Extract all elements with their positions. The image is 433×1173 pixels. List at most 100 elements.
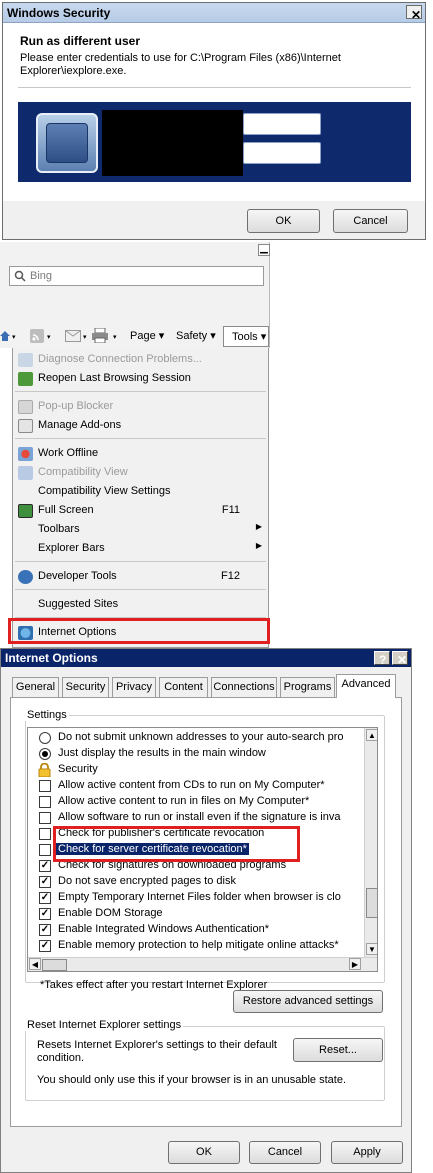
- checkbox[interactable]: ✓: [39, 940, 51, 952]
- security-cancel-button[interactable]: Cancel: [333, 209, 408, 233]
- search-box[interactable]: Bing: [9, 266, 264, 286]
- menu-separator: [15, 391, 266, 392]
- checkbox[interactable]: [39, 844, 51, 856]
- list-item[interactable]: ✓ Enable DOM Storage: [28, 906, 364, 922]
- feeds-icon[interactable]: [30, 329, 44, 343]
- page-menu-button[interactable]: Page ▾: [130, 329, 164, 342]
- scroll-up-icon[interactable]: ▲: [366, 729, 377, 741]
- security-title: Windows Security: [7, 6, 111, 20]
- menu-item-manage-addons[interactable]: Manage Add-ons: [13, 416, 268, 435]
- list-item[interactable]: Allow software to run or install even if…: [28, 810, 364, 826]
- list-item[interactable]: Allow active content to run in files on …: [28, 794, 364, 810]
- menu-item-work-offline[interactable]: Work Offline: [13, 444, 268, 463]
- safety-menu-button[interactable]: Safety ▾: [176, 329, 216, 342]
- checkbox[interactable]: [39, 780, 51, 792]
- menu-item-compatibility-view[interactable]: Compatibility View: [13, 463, 268, 482]
- manage-addons-icon: [18, 419, 33, 433]
- tab-general[interactable]: General: [12, 677, 59, 697]
- menu-item-developer-tools[interactable]: Developer Tools F12: [13, 567, 268, 586]
- horizontal-scroll-thumb[interactable]: [42, 959, 67, 971]
- print-icon[interactable]: [92, 328, 108, 343]
- menu-item-suggested-sites[interactable]: Suggested Sites: [13, 595, 268, 614]
- security-ok-button[interactable]: OK: [247, 209, 320, 233]
- menu-item-toolbars[interactable]: Toolbars ▶: [13, 520, 268, 539]
- tools-menu-button[interactable]: Tools ▾: [223, 326, 269, 347]
- checkbox[interactable]: ✓: [39, 924, 51, 936]
- menu-item-full-screen[interactable]: Full Screen F11: [13, 501, 268, 520]
- list-item[interactable]: ✓ Enable Integrated Windows Authenticati…: [28, 922, 364, 938]
- list-item[interactable]: ✓ Do not save encrypted pages to disk: [28, 874, 364, 890]
- command-bar: ▾ ▾ ▾ ▾ Page ▾ Safety ▾ Tools ▾: [0, 324, 270, 348]
- list-item[interactable]: ✓ Enable memory protection to help mitig…: [28, 938, 364, 954]
- checkbox[interactable]: [39, 828, 51, 840]
- menu-separator: [15, 561, 266, 562]
- reset-warning: You should only use this if your browser…: [37, 1074, 346, 1086]
- options-apply-button[interactable]: Apply: [331, 1141, 403, 1164]
- minimize-icon[interactable]: ▁: [258, 244, 270, 256]
- mail-icon[interactable]: [65, 330, 81, 342]
- menu-separator: [15, 438, 266, 439]
- print-dropdown-arrow[interactable]: ▾: [113, 333, 117, 341]
- options-cancel-button[interactable]: Cancel: [249, 1141, 321, 1164]
- tab-content[interactable]: Content: [159, 677, 208, 697]
- menu-item-reopen-session[interactable]: Reopen Last Browsing Session: [13, 369, 268, 388]
- password-field[interactable]: [243, 142, 321, 164]
- scroll-down-icon[interactable]: ▼: [366, 943, 377, 955]
- vertical-scrollbar[interactable]: ▲ ▼: [364, 728, 377, 957]
- tab-programs[interactable]: Programs: [280, 677, 335, 697]
- close-icon: ✕: [411, 8, 422, 22]
- list-item[interactable]: Do not submit unknown addresses to your …: [28, 730, 364, 746]
- list-item[interactable]: Allow active content from CDs to run on …: [28, 778, 364, 794]
- search-icon: [14, 270, 26, 282]
- options-title-bar: Internet Options ? ✕: [1, 649, 411, 667]
- windows-security-dialog: Windows Security ✕ Run as different user…: [2, 2, 426, 240]
- menu-item-compatibility-settings[interactable]: Compatibility View Settings: [13, 482, 268, 501]
- username-field[interactable]: [243, 113, 321, 135]
- checkbox[interactable]: ✓: [39, 860, 51, 872]
- work-offline-icon: [18, 447, 33, 461]
- restore-advanced-settings-button[interactable]: Restore advanced settings: [233, 990, 383, 1013]
- reset-button[interactable]: Reset...: [293, 1038, 383, 1062]
- menu-item-popup-blocker[interactable]: Pop-up Blocker: [13, 397, 268, 416]
- lock-icon: [38, 763, 51, 777]
- reset-description-line2: condition.: [37, 1052, 85, 1064]
- help-button[interactable]: ?: [374, 651, 390, 667]
- home-icon[interactable]: [0, 330, 10, 342]
- list-item[interactable]: Just display the results in the main win…: [28, 746, 364, 762]
- security-message-line2: Explorer\iexplore.exe.: [20, 65, 127, 77]
- horizontal-scrollbar[interactable]: ◀ ▶: [28, 957, 377, 971]
- checkbox[interactable]: ✓: [39, 908, 51, 920]
- checkbox[interactable]: [39, 796, 51, 808]
- options-close-button[interactable]: ✕: [392, 651, 408, 666]
- restart-note: *Takes effect after you restart Internet…: [40, 979, 268, 991]
- security-heading: Run as different user: [20, 34, 141, 48]
- shortcut-label: F12: [221, 570, 240, 582]
- checkbox[interactable]: ✓: [39, 892, 51, 904]
- tab-advanced[interactable]: Advanced: [336, 674, 396, 698]
- radio-button[interactable]: [39, 732, 51, 744]
- menu-item-explorer-bars[interactable]: Explorer Bars ▶: [13, 539, 268, 558]
- home-dropdown-arrow[interactable]: ▾: [12, 333, 16, 341]
- credential-tile-band: [18, 102, 411, 182]
- diagnose-icon: [18, 353, 33, 367]
- tab-connections[interactable]: Connections: [211, 677, 277, 697]
- internet-options-highlight-box: [8, 618, 270, 644]
- vertical-scroll-thumb[interactable]: [366, 888, 377, 918]
- list-item[interactable]: ✓ Empty Temporary Internet Files folder …: [28, 890, 364, 906]
- shortcut-label: F11: [221, 504, 240, 516]
- scroll-right-icon[interactable]: ▶: [349, 958, 361, 970]
- divider: [18, 87, 411, 88]
- checkbox[interactable]: ✓: [39, 876, 51, 888]
- checkbox[interactable]: [39, 812, 51, 824]
- options-ok-button[interactable]: OK: [168, 1141, 240, 1164]
- radio-button[interactable]: [39, 748, 51, 760]
- help-icon: ?: [379, 653, 387, 667]
- security-close-button[interactable]: ✕: [406, 5, 422, 22]
- tab-privacy[interactable]: Privacy: [112, 677, 156, 697]
- user-tile-icon[interactable]: [36, 113, 98, 173]
- tab-security[interactable]: Security: [62, 677, 109, 697]
- mail-dropdown-arrow[interactable]: ▾: [83, 333, 87, 341]
- scroll-left-icon[interactable]: ◀: [29, 958, 41, 970]
- menu-item-diagnose[interactable]: Diagnose Connection Problems...: [13, 350, 268, 369]
- feeds-dropdown-arrow[interactable]: ▾: [47, 333, 51, 341]
